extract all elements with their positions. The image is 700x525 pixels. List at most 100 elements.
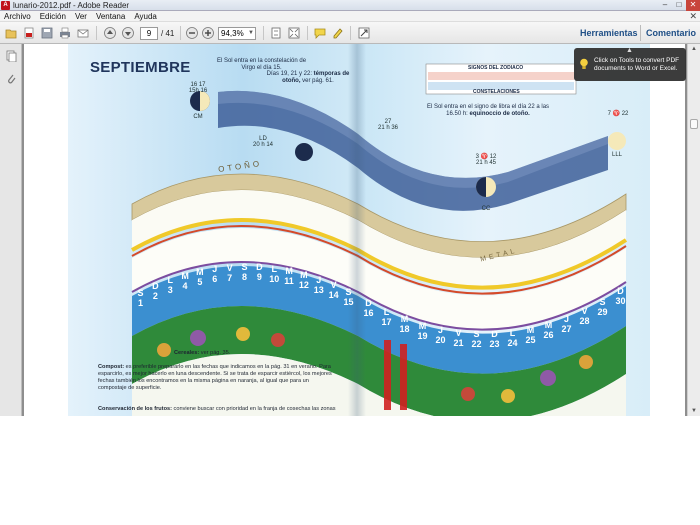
attachments-icon[interactable] [5,72,17,84]
tools-tooltip[interactable]: ▲ Click on Tools to convert PDF document… [574,47,686,81]
open-file-icon[interactable] [4,26,18,40]
create-pdf-icon[interactable] [22,26,36,40]
day-number: 19 [417,330,428,341]
moon-label-bottom: 20 h 14 [252,142,274,148]
temporas-bold: témporas [313,71,341,77]
day-letter: M [544,319,553,330]
tooltip-text: Click on Tools to convert PDF documents … [594,57,680,72]
compost-note: Compost: es preferible prepararlo en las… [98,364,338,392]
menu-ver[interactable]: Ver [71,12,92,21]
day-number: 22 [471,339,482,350]
day-number: 28 [579,316,590,327]
comment-button[interactable]: Comentario [646,28,696,38]
maximize-button[interactable]: □ [672,0,686,11]
day-letter: J [437,325,443,336]
zoom-out-icon[interactable] [185,26,199,40]
moon-phase-tag: LLL [611,152,622,158]
cereales-text: ver pág. 35. [200,350,231,356]
virgo-note: El Sol entra en la constelación de Virgo… [216,58,307,71]
previous-page-icon[interactable] [103,26,117,40]
navigation-pane [0,44,22,416]
scrollbar-thumb[interactable] [690,119,698,129]
toolbar-separator [180,26,181,40]
day-number: 24 [507,337,518,348]
email-icon[interactable] [76,26,90,40]
day-letter: M [400,314,409,325]
tooltip-close-icon[interactable]: ▲ [626,47,633,54]
tools-button[interactable]: Herramientas [580,28,638,38]
close-button[interactable]: ✕ [686,0,700,11]
moon-label-top: 7 ♈ 22 [607,111,629,117]
day-number: 27 [561,323,572,334]
compost-label: Compost: [98,364,125,370]
day-letter: M [418,320,427,331]
toolbar-separator [350,26,351,40]
menu-ventana[interactable]: Ventana [92,12,130,21]
constellations-header: CONSTELACIONES [473,89,520,95]
full-screen-icon[interactable] [287,26,301,40]
minimize-button[interactable]: – [658,0,672,11]
page-number-input[interactable] [140,27,158,40]
day-number: 17 [381,316,392,327]
menu-archivo[interactable]: Archivo [0,12,36,21]
highlight-icon[interactable] [331,26,345,40]
pdf-page: SEPTIEMBRE El Sol entra en la constelaci… [24,44,685,416]
moon-label: LD 20 h 14 [248,136,278,148]
menu-ayuda[interactable]: Ayuda [130,12,162,21]
day-letter: V [581,306,588,317]
zoom-in-icon[interactable] [201,26,215,40]
page-fold-shadow [348,44,366,416]
sticky-note-icon[interactable] [313,26,327,40]
moon-phase-tag: CC [481,206,491,212]
save-icon[interactable] [40,26,54,40]
menu-bar: Archivo Edición Ver Ventana Ayuda ✕ [0,11,700,22]
day-number: 30 [615,295,626,306]
window-controls: – □ ✕ [658,0,700,11]
title-bar: A lunario-2012.pdf - Adobe Reader – □ ✕ [0,0,700,11]
scroll-down-icon[interactable]: ▼ [688,406,700,416]
toolbar-separator [640,25,641,41]
day-number: 23 [489,339,500,350]
moon-label: 16 17 15h 16 [183,82,213,94]
day-number: 20 [435,335,446,346]
vertical-scrollbar[interactable]: ▲ ▼ [687,44,700,416]
cereales-label: Cereales: [174,350,200,356]
day-letter: J [563,313,569,324]
temporas-text-3: ver pág. 61. [302,78,334,84]
day-letter: V [455,328,462,339]
libra-bold: equinoccio de otoño. [469,111,530,117]
day-letter: D [365,297,372,308]
toolbar-separator [307,26,308,40]
signs-header: SIGNOS DEL ZODIACO [468,65,524,71]
document-view[interactable]: SEPTIEMBRE El Sol entra en la constelaci… [22,44,687,416]
print-icon[interactable] [58,26,72,40]
day-letter: S [599,296,606,307]
scroll-up-icon[interactable]: ▲ [688,44,700,54]
day-letter: S [473,329,480,340]
moon-label: 27 21 h 36 [373,119,403,131]
chevron-down-icon: ▼ [248,30,254,36]
toolbar-separator [96,26,97,40]
temporas-note: Días 19, 21 y 22: témporas de otoño, ver… [264,71,352,85]
compost-text: es preferible prepararlo en las fechas q… [98,364,332,391]
toolbar-separator [263,26,264,40]
next-page-icon[interactable] [121,26,135,40]
adobe-reader-window: A lunario-2012.pdf - Adobe Reader – □ ✕ … [0,0,700,416]
moon-label-bottom: 21 h 45 [475,160,497,166]
close-document-icon[interactable]: ✕ [689,11,697,22]
moon-label-bottom: 21 h 36 [377,125,399,131]
conservacion-label: Conservación de los frutos: [98,406,172,412]
moon-label: 3 ♈ 12 21 h 45 [466,154,506,166]
zoom-value: 94,3% [221,29,244,38]
fit-page-icon[interactable] [269,26,283,40]
page-thumbnails-icon[interactable] [5,50,17,63]
lightbulb-icon [579,58,589,70]
day-number: 16 [363,307,374,318]
calendar-spread: SEPTIEMBRE El Sol entra en la constelaci… [68,44,650,416]
expand-tools-icon[interactable] [357,26,371,40]
zoom-select[interactable]: 94,3% ▼ [218,27,256,40]
libra-text-1: El Sol entra en el signo de libra el día [426,104,527,110]
window-title: lunario-2012.pdf - Adobe Reader [13,0,130,10]
menu-edicion[interactable]: Edición [36,12,71,21]
day-number: 15 [343,296,354,307]
